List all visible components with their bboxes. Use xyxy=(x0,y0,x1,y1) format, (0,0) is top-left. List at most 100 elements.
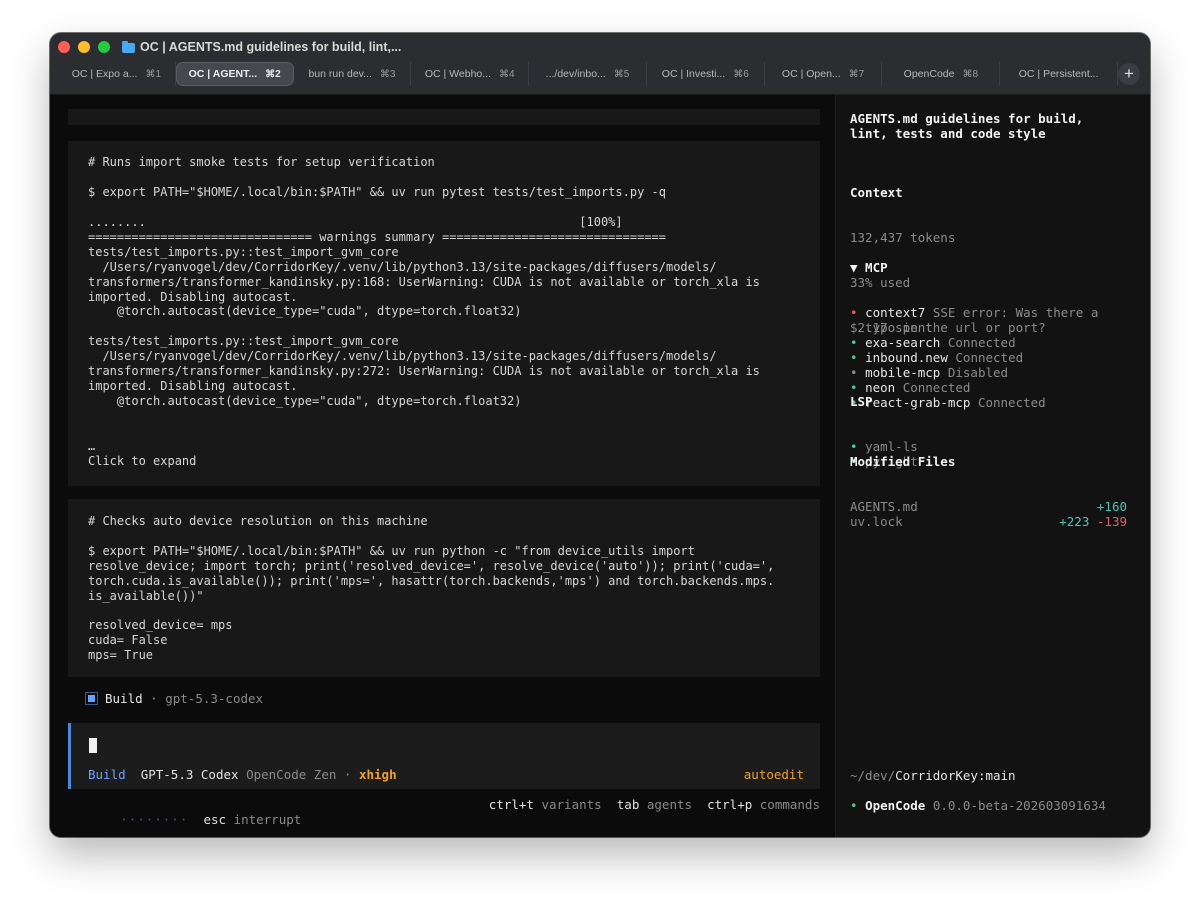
agents-action: agents xyxy=(646,797,693,812)
path-branch: :main xyxy=(977,768,1016,783)
tab-label: .../dev/inbo... xyxy=(545,68,606,80)
mcp-heading[interactable]: ▼ MCP xyxy=(850,260,1098,275)
lsp-heading: LSP xyxy=(850,394,873,409)
prompt-mode[interactable]: Build xyxy=(88,767,126,782)
prompt-meta: Build GPT-5.3 Codex OpenCode Zen · xhigh xyxy=(88,767,397,782)
session-sidebar: AGENTS.md guidelines for build, lint, te… xyxy=(835,95,1150,837)
agent-status-line: Build · gpt-5.3-codex xyxy=(88,691,263,706)
tool-output-block-device: # Checks auto device resolution on this … xyxy=(68,499,820,677)
app-version-number: 0.0.0-beta-202603091634 xyxy=(932,798,1106,813)
tab-label: OC | Investi... xyxy=(661,68,726,80)
mcp-item-exa-search[interactable]: • exa-search Connected xyxy=(850,335,1098,350)
app-status-dot: • xyxy=(850,798,858,813)
session-title: AGENTS.md guidelines for build, lint, te… xyxy=(850,111,1084,141)
modified-file-name: AGENTS.md xyxy=(850,499,918,514)
terminal-window: OC | AGENTS.md guidelines for build, lin… xyxy=(50,33,1150,837)
tab-shortcut: ⌘1 xyxy=(145,68,162,80)
agent-square-icon xyxy=(88,695,95,702)
command-line: $ export PATH="$HOME/.local/bin:$PATH" &… xyxy=(88,544,775,603)
previous-output-block xyxy=(68,109,820,125)
tab-label: OC | Open... xyxy=(781,68,841,80)
prompt-model[interactable]: GPT-5.3 Codex xyxy=(141,767,239,782)
app-name: OpenCode xyxy=(865,798,926,813)
maximize-window-button[interactable] xyxy=(98,41,110,53)
agent-model: · gpt-5.3-codex xyxy=(150,691,264,706)
tab-2[interactable]: OC | AGENT... ⌘2 xyxy=(175,62,294,86)
tab-shortcut: ⌘2 xyxy=(265,68,281,80)
mcp-name: context7 xyxy=(865,305,926,320)
shortcut-hints: ctrl+t variants tab agents ctrl+p comman… xyxy=(489,797,820,812)
tab-shortcut: ⌘8 xyxy=(962,68,979,80)
command-comment: # Runs import smoke tests for setup veri… xyxy=(88,155,435,169)
mcp-status-dot: • xyxy=(850,335,858,350)
tab-3[interactable]: bun run dev... ⌘3 xyxy=(294,62,412,86)
mcp-status-dot: • xyxy=(850,305,858,320)
close-window-button[interactable] xyxy=(58,41,70,53)
mcp-name: exa-search xyxy=(865,335,941,350)
prompt-input[interactable]: Build GPT-5.3 Codex OpenCode Zen · xhigh… xyxy=(68,723,820,789)
new-tab-button[interactable]: + xyxy=(1118,63,1140,85)
variants-key: ctrl+t xyxy=(488,797,534,812)
tab-label: OC | AGENT... xyxy=(188,68,258,80)
mcp-item-inbound.new[interactable]: • inbound.new Connected xyxy=(850,350,1098,365)
tab-shortcut: ⌘5 xyxy=(613,68,630,80)
tab-5[interactable]: .../dev/inbo... ⌘5 xyxy=(529,62,647,86)
command-comment: # Checks auto device resolution on this … xyxy=(88,514,428,528)
tab-4[interactable]: OC | Webho... ⌘4 xyxy=(411,62,530,86)
workspace-path: ~/dev/CorridorKey:main xyxy=(850,768,1016,783)
prompt-effort[interactable]: xhigh xyxy=(359,767,397,782)
tool-output-block-pytest[interactable]: # Runs import smoke tests for setup veri… xyxy=(68,141,820,486)
mcp-status: Connected xyxy=(955,350,1024,365)
mcp-item-context7[interactable]: • context7 SSE error: Was there a xyxy=(850,305,1098,320)
modified-files-list: AGENTS.md +160 uv.lock +223 -139 xyxy=(850,499,1127,529)
agent-mode: Build xyxy=(105,691,143,706)
mcp-status-dot: • xyxy=(850,350,858,365)
mcp-status-continued: typo in the url or port? xyxy=(850,320,1046,335)
tab-label: bun run dev... xyxy=(308,68,372,80)
tab-label: OC | Webho... xyxy=(424,68,492,80)
tab-7[interactable]: OC | Open... ⌘7 xyxy=(765,62,883,86)
app-version: • OpenCode 0.0.0-beta-202603091634 xyxy=(850,798,1106,813)
context-heading: Context xyxy=(850,185,903,200)
esc-key: esc xyxy=(203,812,227,827)
mcp-status: SSE error: Was there a xyxy=(932,305,1099,320)
tab-9[interactable]: OC | Persistent... xyxy=(1000,62,1119,86)
click-to-expand-link[interactable]: Click to expand xyxy=(88,454,196,469)
modified-file-name: uv.lock xyxy=(850,514,903,529)
tab-1[interactable]: OC | Expo a... ⌘1 xyxy=(58,62,176,86)
modified-file-row[interactable]: AGENTS.md +160 xyxy=(850,499,1127,514)
tab-label: OC | Persistent... xyxy=(1018,68,1099,80)
window-title-text: OC | AGENTS.md guidelines for build, lin… xyxy=(140,40,402,54)
mcp-status: Disabled xyxy=(947,365,1009,380)
tab-shortcut: ⌘4 xyxy=(499,68,515,80)
session-pane: # Runs import smoke tests for setup veri… xyxy=(50,95,835,837)
tab-6[interactable]: OC | Investi... ⌘6 xyxy=(647,62,765,86)
progress-dots: ········ xyxy=(120,812,189,827)
esc-action: interrupt xyxy=(233,812,302,827)
command-line: $ export PATH="$HOME/.local/bin:$PATH" &… xyxy=(88,185,666,199)
tab-8[interactable]: OpenCode ⌘8 xyxy=(882,62,1001,86)
path-repo: CorridorKey xyxy=(895,768,978,783)
window-title: OC | AGENTS.md guidelines for build, lin… xyxy=(122,39,401,55)
agents-key: tab xyxy=(616,797,640,812)
status-bar: ········ esc interrupt ctrl+t variants t… xyxy=(75,797,820,827)
tab-label: OpenCode xyxy=(903,68,955,80)
modified-files-section: Modified Files AGENTS.md +160 uv.lock +223 … xyxy=(850,424,1127,559)
title-bar: OC | AGENTS.md guidelines for build, lin… xyxy=(50,33,1150,95)
tab-bar: OC | Expo a... ⌘1 OC | AGENT... ⌘2 bun run d… xyxy=(58,62,1119,86)
tab-label: OC | Expo a... xyxy=(71,68,138,80)
autoedit-badge: autoedit xyxy=(743,767,804,782)
text-cursor xyxy=(89,738,97,753)
lines-removed: -139 xyxy=(1096,514,1127,529)
command-output: ........ [100%] ========================… xyxy=(88,215,760,453)
tab-shortcut: ⌘7 xyxy=(848,68,865,80)
minimize-window-button[interactable] xyxy=(78,41,90,53)
folder-icon xyxy=(122,40,135,53)
tab-shortcut: ⌘3 xyxy=(379,68,396,80)
variants-action: variants xyxy=(541,797,602,812)
command-output: resolved_device= mps cuda= False mps= Tr… xyxy=(88,618,233,662)
modified-files-heading: Modified Files xyxy=(850,454,956,469)
modified-file-row[interactable]: uv.lock +223 -139 xyxy=(850,514,1127,529)
mcp-status: Connected xyxy=(977,395,1046,410)
prompt-separator: · xyxy=(343,767,352,782)
